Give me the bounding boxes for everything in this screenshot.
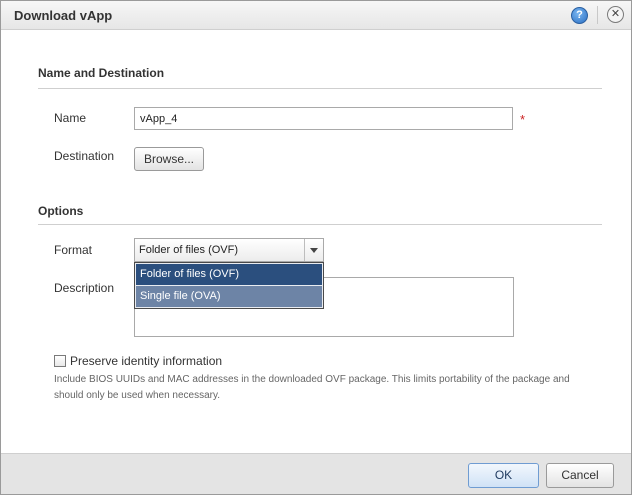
dialog-titlebar: Download vApp ? ✕ <box>1 1 631 30</box>
format-select-toggle[interactable] <box>304 239 323 261</box>
format-select[interactable]: Folder of files (OVF) <box>134 238 324 262</box>
format-dropdown-list: Folder of files (OVF) Single file (OVA) <box>134 262 324 309</box>
section-title-name-destination: Name and Destination <box>38 66 165 80</box>
format-option-ova[interactable]: Single file (OVA) <box>136 286 322 307</box>
dialog-footer: OK Cancel <box>1 453 631 494</box>
destination-label: Destination <box>54 149 115 163</box>
format-label: Format <box>54 243 93 257</box>
browse-button[interactable]: Browse... <box>134 147 204 171</box>
description-label: Description <box>54 281 115 295</box>
section-divider <box>38 88 602 89</box>
close-icon[interactable]: ✕ <box>607 6 624 23</box>
format-option-ovf[interactable]: Folder of files (OVF) <box>136 264 322 285</box>
section-divider <box>38 224 602 225</box>
format-selected-value: Folder of files (OVF) <box>139 244 239 256</box>
cancel-button[interactable]: Cancel <box>546 463 614 488</box>
dialog-title: Download vApp <box>14 8 113 23</box>
required-marker: * <box>520 112 526 127</box>
titlebar-divider <box>597 6 598 24</box>
name-input[interactable] <box>134 107 513 130</box>
ok-button[interactable]: OK <box>468 463 539 488</box>
help-icon[interactable]: ? <box>571 7 588 24</box>
name-label: Name <box>54 111 87 125</box>
section-title-options: Options <box>38 204 84 218</box>
chevron-down-icon <box>310 248 318 253</box>
preserve-identity-help-text: Include BIOS UUIDs and MAC addresses in … <box>54 374 570 401</box>
preserve-identity-checkbox[interactable] <box>54 355 66 367</box>
download-vapp-dialog: Download vApp ? ✕ Name and Destination N… <box>0 0 632 495</box>
preserve-identity-label[interactable]: Preserve identity information <box>70 354 222 368</box>
